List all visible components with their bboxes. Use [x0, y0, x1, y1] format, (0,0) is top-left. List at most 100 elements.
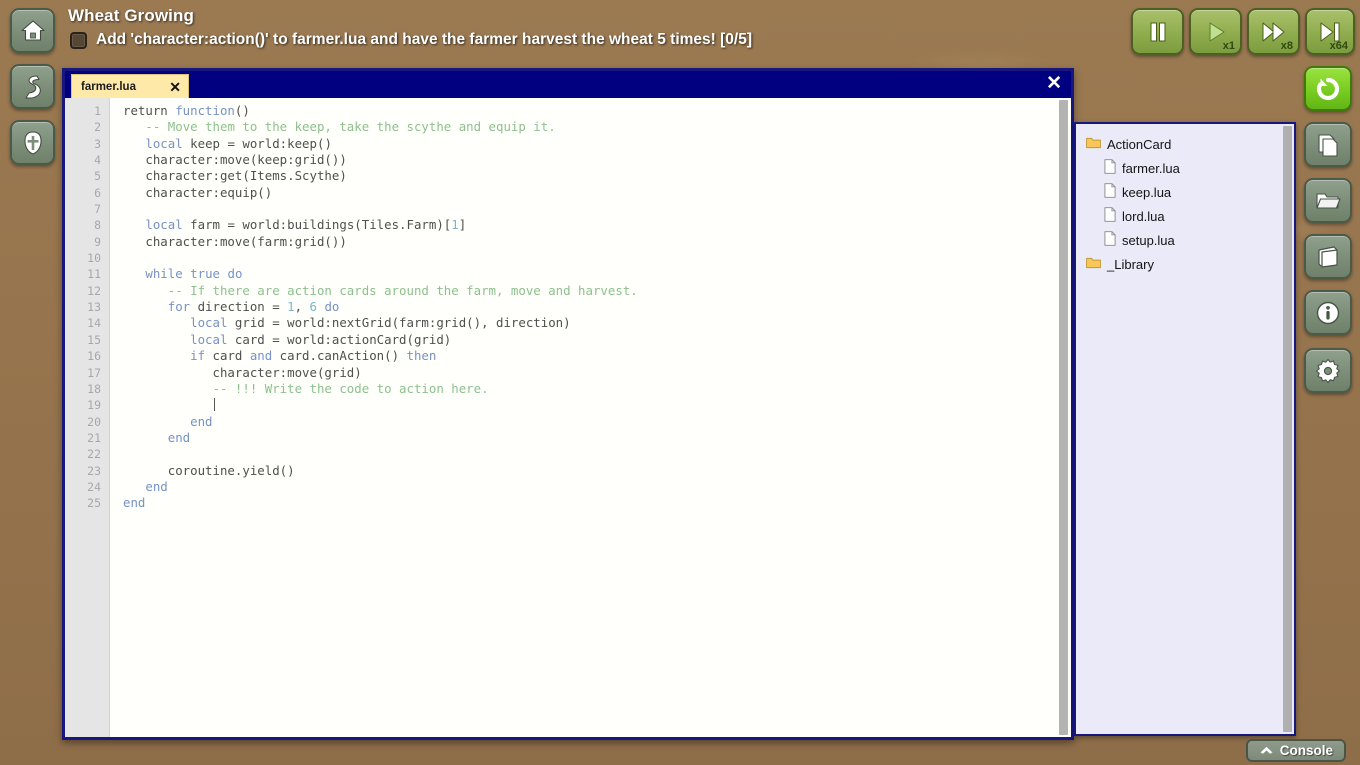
line-number: 25 [65, 495, 109, 511]
code-token [123, 348, 190, 363]
code-token: character:move(farm:grid()) [123, 234, 347, 249]
code-token: end [168, 430, 190, 445]
code-token [123, 332, 190, 347]
file-tree-file-farmer-lua[interactable]: farmer.lua [1076, 156, 1294, 180]
line-number: 22 [65, 446, 109, 462]
book-icon [1315, 245, 1341, 269]
code-token: end [145, 479, 167, 494]
book-button[interactable] [1304, 234, 1352, 279]
close-icon[interactable]: ✕ [1046, 74, 1062, 93]
line-number: 20 [65, 414, 109, 430]
close-icon[interactable]: ✕ [169, 80, 181, 94]
code-token: farm = world:buildings(Tiles.Farm)[ [183, 217, 452, 232]
code-token: local [190, 315, 227, 330]
code-token: function [175, 103, 235, 118]
pause-button[interactable] [1131, 8, 1184, 55]
code-token [123, 315, 190, 330]
code-token: local [145, 217, 182, 232]
skip-speed-label: x64 [1330, 40, 1348, 52]
console-label: Console [1280, 743, 1333, 758]
line-number: 2 [65, 119, 109, 135]
page-title: Wheat Growing [68, 6, 194, 26]
goal-checkbox[interactable] [70, 32, 87, 49]
file-tree-label: ActionCard [1107, 137, 1171, 152]
code-token [123, 283, 168, 298]
code-token: 1 [451, 217, 458, 232]
fast-forward-button[interactable]: x8 [1247, 8, 1300, 55]
code-token [123, 119, 145, 134]
file-tree-panel: ActionCard farmer.luakeep.lualord.lua setu… [1074, 122, 1296, 736]
file-tree-file-lord-lua[interactable]: lord.lua [1076, 204, 1294, 228]
code-line: for direction = 1, 6 do [123, 299, 1071, 315]
code-line: local farm = world:buildings(Tiles.Farm)… [123, 217, 1071, 233]
helmet-icon [20, 129, 46, 157]
code-token: character:get(Items.Scythe) [123, 168, 347, 183]
info-button[interactable] [1304, 290, 1352, 335]
editor-tab-farmer-lua[interactable]: farmer.lua ✕ [71, 74, 189, 98]
code-text-area[interactable]: return function() -- Move them to the ke… [110, 98, 1071, 737]
line-number: 8 [65, 217, 109, 233]
code-token: end [123, 495, 145, 510]
code-line: character:get(Items.Scythe) [123, 168, 1071, 184]
line-number: 4 [65, 152, 109, 168]
code-line: character:equip() [123, 185, 1071, 201]
code-token: local [190, 332, 227, 347]
home-button[interactable] [10, 8, 55, 53]
file-icon [1104, 207, 1116, 225]
file-tree-scrollbar[interactable] [1283, 126, 1292, 732]
file-tree-rows: ActionCard farmer.luakeep.lualord.lua setu… [1076, 132, 1294, 276]
chevron-up-icon [1259, 743, 1274, 758]
code-line: coroutine.yield() [123, 463, 1071, 479]
code-token [123, 479, 145, 494]
restart-button[interactable] [1304, 66, 1352, 111]
line-number: 21 [65, 430, 109, 446]
code-line: local card = world:actionCard(grid) [123, 332, 1071, 348]
editor-scrollbar-thumb[interactable] [1059, 100, 1068, 735]
code-token: return [123, 103, 175, 118]
file-tree-file-keep-lua[interactable]: keep.lua [1076, 180, 1294, 204]
code-token: -- If there are action cards around the … [168, 283, 638, 298]
line-number: 13 [65, 299, 109, 315]
text-cursor [214, 398, 215, 411]
armory-button[interactable] [10, 120, 55, 165]
line-number: 24 [65, 479, 109, 495]
code-token [123, 217, 145, 232]
line-number-gutter: 1234567891011121314151617181920212223242… [65, 98, 110, 737]
play-speed-label: x1 [1223, 40, 1235, 52]
code-line [123, 397, 1071, 413]
copy-button[interactable] [1304, 122, 1352, 167]
path-icon [20, 73, 46, 101]
fast-forward-speed-label: x8 [1281, 40, 1293, 52]
code-line: end [123, 495, 1071, 511]
folder-button[interactable] [1304, 178, 1352, 223]
file-tree-label: setup.lua [1122, 233, 1175, 248]
skip-button[interactable]: x64 [1305, 8, 1355, 55]
file-tree-folder-library[interactable]: _Library [1076, 252, 1294, 276]
console-toggle-button[interactable]: Console [1246, 739, 1346, 762]
code-token: 6 [310, 299, 317, 314]
line-number: 3 [65, 136, 109, 152]
line-number: 11 [65, 266, 109, 282]
code-line: return function() [123, 103, 1071, 119]
file-tree-file-setup-lua[interactable]: setup.lua [1076, 228, 1294, 252]
path-button[interactable] [10, 64, 55, 109]
settings-button[interactable] [1304, 348, 1352, 393]
code-token: card.canAction() [272, 348, 406, 363]
line-number: 23 [65, 463, 109, 479]
play-button[interactable]: x1 [1189, 8, 1242, 55]
file-tree-label: _Library [1107, 257, 1154, 272]
line-number: 14 [65, 315, 109, 331]
editor-scrollbar[interactable] [1059, 100, 1068, 735]
code-token: 1 [287, 299, 294, 314]
copy-icon [1316, 132, 1340, 158]
code-token: () [235, 103, 250, 118]
line-number: 5 [65, 168, 109, 184]
code-line: -- If there are action cards around the … [123, 283, 1071, 299]
editor-titlebar: farmer.lua ✕ ✕ [65, 71, 1071, 98]
file-tree-scrollbar-thumb[interactable] [1283, 126, 1292, 732]
code-line: -- !!! Write the code to action here. [123, 381, 1071, 397]
file-tree-folder-actioncard[interactable]: ActionCard [1076, 132, 1294, 156]
line-number: 7 [65, 201, 109, 217]
code-token: do [227, 266, 242, 281]
code-token [123, 299, 168, 314]
